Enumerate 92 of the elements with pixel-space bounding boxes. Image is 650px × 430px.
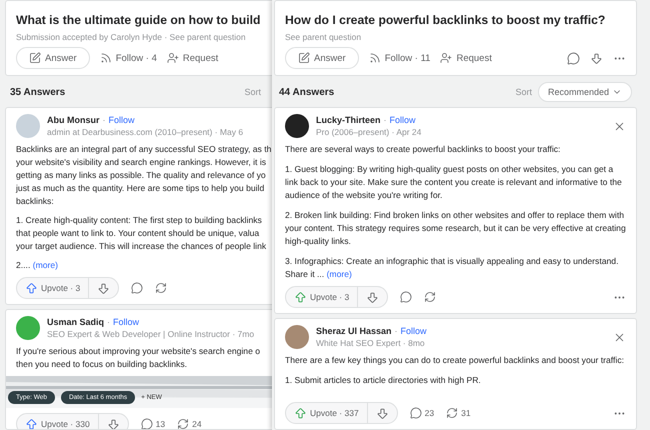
question-title: How do I create powerful backlinks to boost my traffic?	[285, 12, 606, 27]
comment-icon	[140, 418, 153, 429]
answer-text: getting as many links as possible. The quality and relevance of yo	[16, 169, 267, 182]
answer-text: There are a few key things you can do to create powerful backlinks and boost your traffic:	[285, 354, 625, 367]
comment-icon	[567, 52, 580, 64]
upvote-button[interactable]: Upvote · 3	[17, 278, 90, 298]
answer-text: backlinks:	[16, 195, 55, 208]
answer-text: Backlinks are an integral part of any successful SEO strategy, as th	[16, 143, 272, 156]
avatar	[16, 114, 40, 138]
pen-icon	[29, 52, 41, 64]
share-button[interactable]: 31	[446, 407, 471, 419]
share-button[interactable]	[155, 282, 168, 294]
share-icon	[446, 407, 458, 419]
follow-link[interactable]: Follow	[108, 115, 135, 125]
answer-text: just as much as the quantity. Here are some tips to help you build	[16, 182, 266, 195]
answer-text: then you need to focus on building backlinks.	[16, 358, 188, 371]
question-meta: See parent question	[285, 32, 362, 42]
answers-count: 44 Answers	[279, 86, 334, 98]
answer-text: 2. Broken link building: Find broken links on other websites and offer to replace them with your content. This strategy requires some research, but it can be very effective at creating high-quality links.	[285, 209, 626, 248]
author-name: Abu Monsur	[47, 115, 100, 125]
user-plus-icon	[440, 52, 452, 64]
answer-text: If you're serious about improving your website's search engine o	[16, 345, 262, 358]
answer-text: 3. Infographics: Create an infographic that is visually appealing and easy to understand. Share it ... (more)	[285, 255, 620, 281]
separator-dot: ·	[394, 326, 398, 336]
upvote-icon	[25, 418, 38, 429]
request-button[interactable]: Request	[166, 52, 218, 64]
downvote-icon	[106, 418, 120, 429]
comment-button[interactable]	[400, 291, 412, 303]
answer-text: 2.... (more)	[16, 259, 60, 272]
upvote-button[interactable]: Upvote · 330	[17, 414, 99, 429]
answer-text: that people want to link to. Your content should be unique, valua	[16, 227, 260, 240]
comment-icon	[400, 291, 412, 303]
author-credential: admin at Dearbusiness.com (2010–present) · May 6	[47, 127, 244, 137]
avatar	[285, 114, 309, 138]
comment-button[interactable]: 23	[410, 407, 434, 419]
sort-label: Sort	[515, 87, 532, 97]
question-meta: Submission accepted by Carolyn Hyde · See parent question	[16, 32, 247, 42]
answers-count: 35 Answers	[10, 86, 66, 98]
upvote-icon	[294, 290, 307, 304]
upvote-button[interactable]: Upvote · 3	[286, 287, 358, 307]
follow-link[interactable]: Follow	[390, 115, 416, 125]
upvote-icon	[294, 406, 307, 420]
answer-text: your website's visibility and search engine rankings. However, it is	[16, 156, 268, 169]
author-credential: White Hat SEO Expert · 8mo	[316, 338, 426, 348]
share-button[interactable]: 24	[177, 418, 202, 429]
answer-button[interactable]: Answer	[285, 47, 359, 69]
author-credential: Pro (2006–present) · Apr 24	[316, 127, 422, 137]
sort-dropdown[interactable]: Recommended	[538, 82, 632, 102]
answer-text: 1. Create high-quality content: The first step to building backlinks	[16, 214, 263, 227]
downvote-icon	[376, 406, 389, 420]
upvote-icon	[25, 282, 38, 294]
share-button[interactable]	[424, 291, 436, 303]
request-button[interactable]: Request	[440, 52, 492, 64]
comment-icon	[410, 407, 422, 419]
rss-icon	[368, 52, 381, 64]
answer-button[interactable]: Answer	[16, 47, 90, 69]
downvote-button[interactable]	[590, 52, 603, 64]
answer-text: 1. Guest blogging: By writing high-quality guest posts on other websites, you can get a link back to your site. Make sure the content you create is relevant and informative to the audience of the website you're writing for.	[285, 163, 623, 202]
sort-label: Sort	[244, 87, 261, 97]
answer-text: your target audience. This will increase the chances of people link	[16, 240, 268, 253]
separator-dot: ·	[102, 115, 106, 125]
answer-text: 1. Submit articles to article directories with high PR.	[285, 374, 482, 387]
user-plus-icon	[166, 52, 179, 64]
rss-icon	[100, 52, 112, 64]
more-link[interactable]: (more)	[326, 269, 352, 279]
downvote-icon	[590, 52, 603, 64]
question-title: What is the ultimate guide on how to build	[16, 12, 262, 27]
comment-button[interactable]: 13	[140, 418, 166, 429]
share-icon	[155, 282, 168, 294]
comment-button[interactable]	[567, 52, 580, 64]
author-name: Usman Sadiq	[47, 317, 104, 327]
author-name: Sheraz Ul Hassan	[316, 326, 392, 336]
downvote-icon	[97, 282, 110, 294]
comment-button[interactable]	[131, 282, 144, 294]
more-link[interactable]: (more)	[32, 260, 58, 270]
pen-icon	[298, 52, 310, 64]
upvote-button[interactable]: Upvote · 337	[286, 403, 368, 423]
share-icon	[424, 291, 436, 303]
follow-button[interactable]: Follow · 11	[368, 52, 430, 64]
avatar	[285, 325, 309, 349]
separator-dot: ·	[384, 115, 387, 125]
avatar	[16, 316, 40, 340]
author-credential: SEO Expert & Web Developer | Online Instructor · 7mo	[47, 329, 254, 339]
share-icon	[177, 418, 190, 429]
answer-text: There are several ways to create powerful backlinks to boost your traffic:	[285, 143, 562, 156]
author-name: Lucky-Thirteen	[316, 115, 381, 125]
comment-icon	[131, 282, 144, 294]
follow-link[interactable]: Follow	[113, 317, 140, 327]
downvote-icon	[366, 290, 380, 304]
follow-button[interactable]: Follow · 4	[100, 52, 157, 64]
separator-dot: ·	[107, 317, 110, 327]
follow-link[interactable]: Follow	[400, 326, 427, 336]
